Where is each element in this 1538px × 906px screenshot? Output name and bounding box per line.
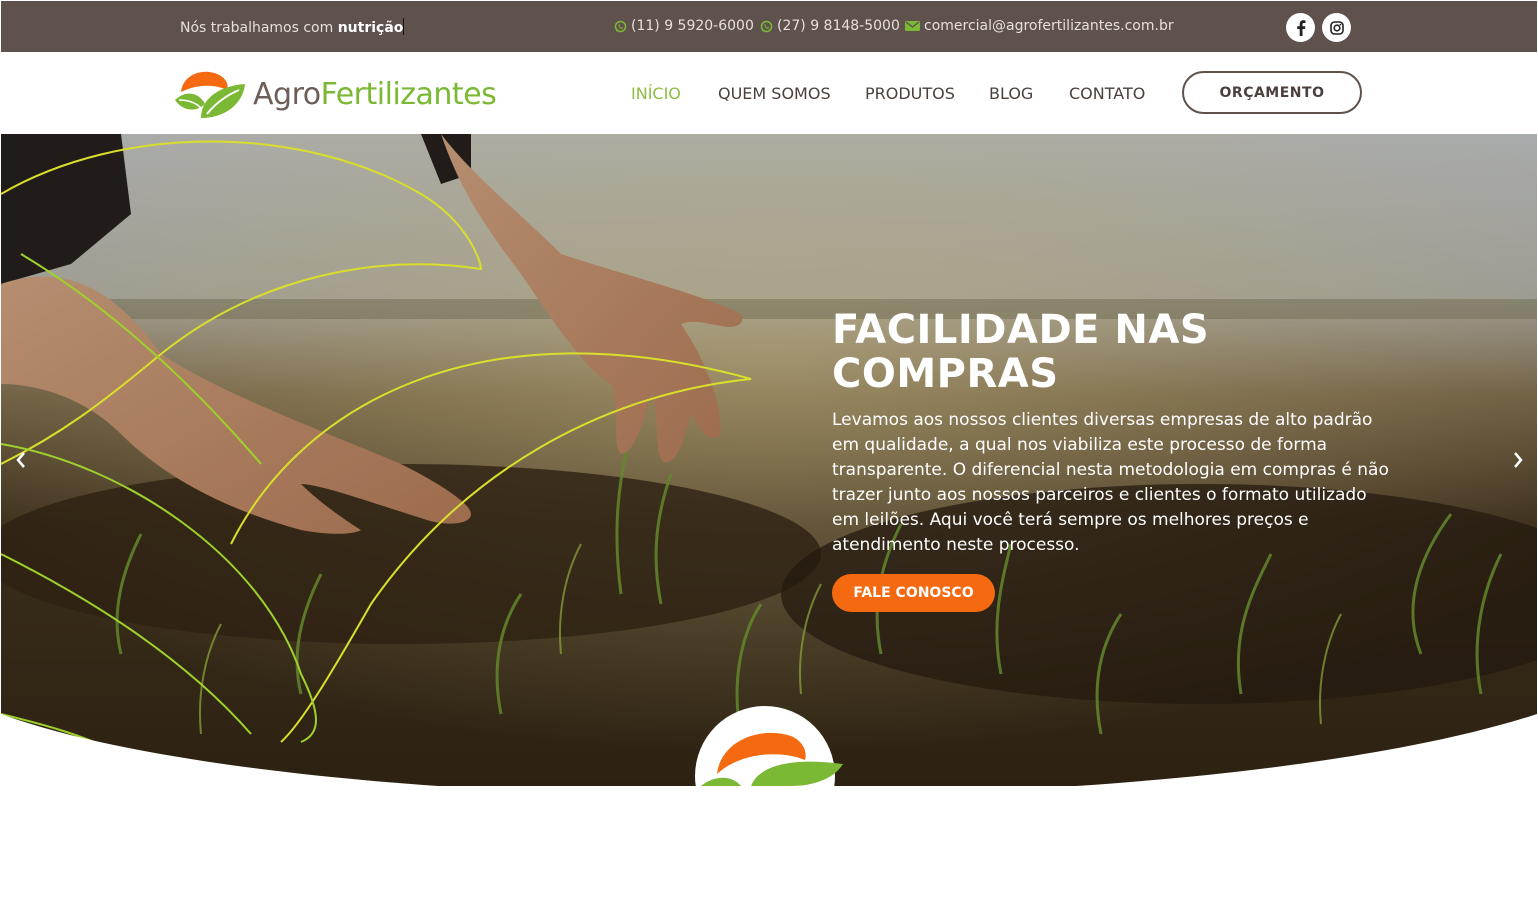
text-caret xyxy=(403,18,405,35)
whatsapp-icon xyxy=(614,20,627,32)
logo-text-fertilizantes: Fertilizantes xyxy=(320,76,497,112)
instagram-button[interactable] xyxy=(1322,13,1351,42)
email-address: comercial@agrofertilizantes.com.br xyxy=(924,18,1174,34)
hero-title: FACILIDADE NAS COMPRAS xyxy=(832,308,1352,396)
tagline-prefix: Nós trabalhamos com xyxy=(180,20,338,36)
phone-link-2[interactable]: (27) 9 8148-5000 xyxy=(760,18,900,34)
phone-number-2: (27) 9 8148-5000 xyxy=(777,18,900,34)
site-logo[interactable]: AgroFertilizantes xyxy=(171,64,497,124)
instagram-icon xyxy=(1329,20,1344,35)
hero-slider: FACILIDADE NAS COMPRAS Levamos aos nosso… xyxy=(1,134,1537,786)
logo-text: AgroFertilizantes xyxy=(253,76,497,112)
tagline: Nós trabalhamos com nutrição xyxy=(180,18,405,36)
logo-mark-icon xyxy=(175,71,245,118)
facebook-icon xyxy=(1296,19,1305,36)
slider-prev-button[interactable] xyxy=(9,448,33,472)
top-bar: Nós trabalhamos com nutrição (11) 9 5920… xyxy=(1,1,1537,52)
nav-produtos[interactable]: PRODUTOS xyxy=(865,84,955,103)
slider-next-button[interactable] xyxy=(1506,448,1530,472)
hero-description: Levamos aos nossos clientes diversas emp… xyxy=(832,410,1389,555)
hero-title-line-2: COMPRAS xyxy=(832,351,1059,397)
phone-link-1[interactable]: (11) 9 5920-6000 xyxy=(614,18,754,34)
nav-blog[interactable]: BLOG xyxy=(989,84,1033,103)
nav-inicio[interactable]: INÍCIO xyxy=(631,84,681,103)
orcamento-button[interactable]: ORÇAMENTO xyxy=(1182,71,1362,114)
hero-title-line-1: FACILIDADE NAS xyxy=(832,307,1210,353)
email-link[interactable]: comercial@agrofertilizantes.com.br xyxy=(905,18,1174,34)
facebook-button[interactable] xyxy=(1286,13,1315,42)
whatsapp-icon xyxy=(760,20,773,32)
fale-conosco-button[interactable]: FALE CONOSCO xyxy=(832,574,995,612)
logo-text-agro: Agro xyxy=(253,76,321,112)
chevron-right-icon xyxy=(1514,452,1523,468)
envelope-icon xyxy=(905,21,920,31)
site-header: AgroFertilizantes INÍCIO QUEM SOMOS PROD… xyxy=(1,52,1537,134)
nav-contato[interactable]: CONTATO xyxy=(1069,84,1145,103)
nav-quem-somos[interactable]: QUEM SOMOS xyxy=(718,84,831,103)
chevron-left-icon xyxy=(16,452,25,468)
tagline-word: nutrição xyxy=(337,20,404,36)
phone-number-1: (11) 9 5920-6000 xyxy=(631,18,754,34)
